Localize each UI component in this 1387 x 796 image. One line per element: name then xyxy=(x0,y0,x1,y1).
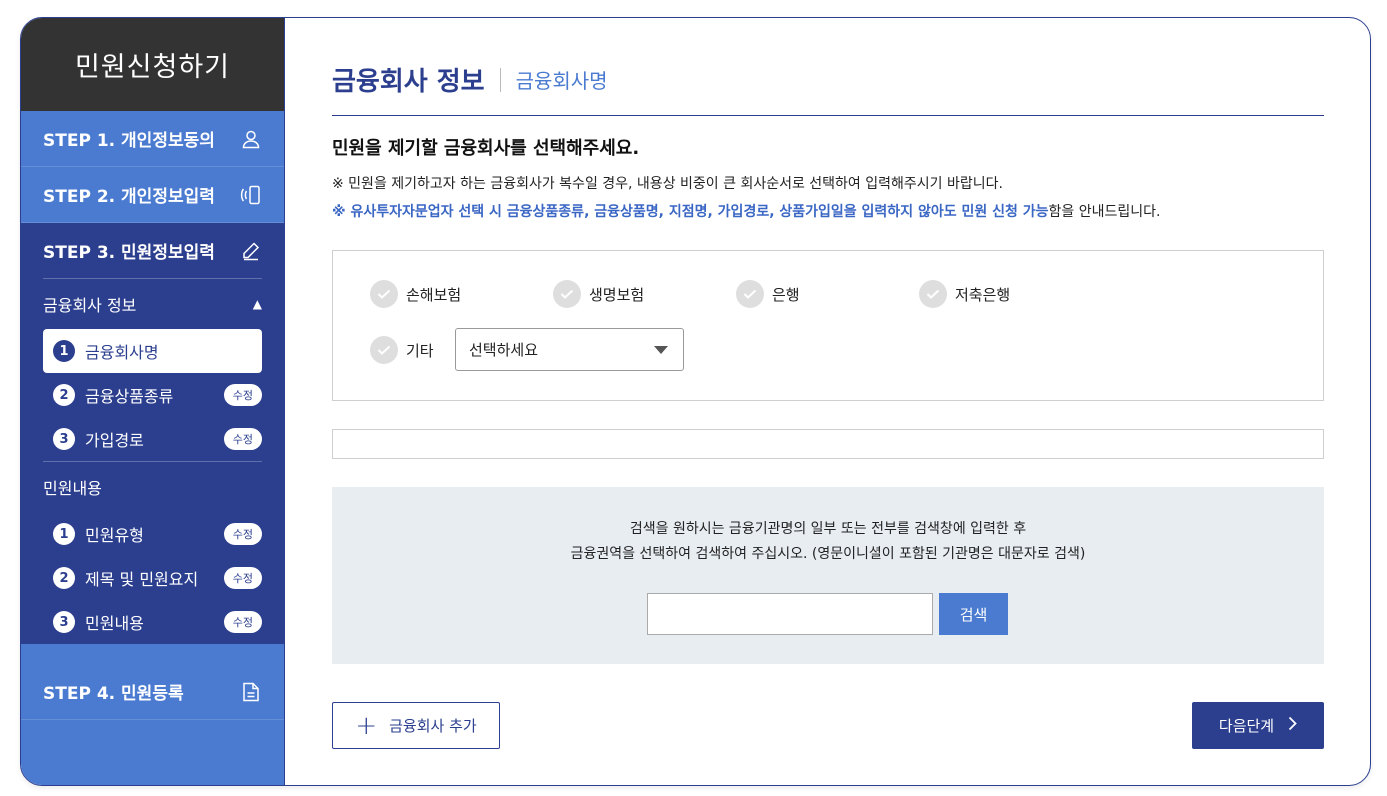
step-3-group: STEP 3. 민원정보입력 금융회사 정보 ▲ 1 금융회사명 2 금융상품종… xyxy=(21,223,284,644)
header-divider xyxy=(332,115,1324,116)
sector-choice-box: 손해보험 생명보험 은행 저축은행 기타 선택하세요 xyxy=(332,250,1324,401)
sidebar-item-complaint-type[interactable]: 1 민원유형 수정 xyxy=(43,512,262,556)
notice-2-highlight: 유사투자자문업자 선택 시 금융상품종류, 금융상품명, 지점명, 가입경로, … xyxy=(350,204,1049,220)
search-panel: 검색을 원하시는 금융기관명의 일부 또는 전부를 검색창에 입력한 후 금융권… xyxy=(332,487,1324,664)
next-step-label: 다음단계 xyxy=(1218,717,1275,735)
sidebar-item-label: 금융상품종류 xyxy=(85,387,174,406)
edit-badge[interactable]: 수정 xyxy=(223,384,262,406)
check-icon xyxy=(553,280,581,308)
sidebar-item-join-route[interactable]: 3 가입경로 수정 xyxy=(43,417,262,461)
sidebar-item-label: 제목 및 민원요지 xyxy=(85,570,199,589)
step-number: 2 xyxy=(53,567,75,589)
add-company-label: 금융회사 추가 xyxy=(389,717,477,735)
edit-badge[interactable]: 수정 xyxy=(223,428,262,450)
select-value: 선택하세요 xyxy=(469,341,539,359)
collapse-up-icon: ▲ xyxy=(252,297,262,311)
step-1-label: STEP 1. 개인정보동의 xyxy=(43,131,215,151)
selected-company-bar xyxy=(332,429,1324,459)
section-financial-info-label: 금융회사 정보 xyxy=(43,296,137,315)
sidebar-item-company-name[interactable]: 1 금융회사명 xyxy=(43,329,262,373)
option-life-insurance[interactable]: 생명보험 xyxy=(553,280,644,308)
document-icon xyxy=(240,681,262,703)
check-icon xyxy=(370,280,398,308)
option-other[interactable]: 기타 xyxy=(370,336,434,364)
step-3-label: STEP 3. 민원정보입력 xyxy=(43,243,215,263)
option-label: 기타 xyxy=(406,341,434,360)
phone-icon xyxy=(240,184,262,206)
sidebar-item-title-summary[interactable]: 2 제목 및 민원요지 수정 xyxy=(43,556,262,600)
option-label: 손해보험 xyxy=(406,285,462,304)
step-number: 3 xyxy=(53,428,75,450)
sidebar-title: 민원신청하기 xyxy=(21,18,284,111)
check-icon xyxy=(736,280,764,308)
option-label: 은행 xyxy=(772,285,800,304)
chevron-right-icon xyxy=(1288,716,1297,735)
step-3-item[interactable]: STEP 3. 민원정보입력 xyxy=(43,223,262,279)
pen-icon xyxy=(240,240,262,262)
edit-badge[interactable]: 수정 xyxy=(223,567,262,589)
notice-2: ※ 유사투자자문업자 선택 시 금융상품종류, 금융상품명, 지점명, 가입경로… xyxy=(332,201,1160,221)
search-guide-line-2: 금융권역을 선택하여 검색하여 주십시오. (영문이니셜이 포함된 기관명은 대… xyxy=(570,546,1086,562)
option-nonlife-insurance[interactable]: 손해보험 xyxy=(370,280,461,308)
sidebar-item-label: 민원유형 xyxy=(85,526,144,545)
step-number: 1 xyxy=(53,340,75,362)
notice-2-prefix: ※ xyxy=(332,204,351,220)
option-savings-bank[interactable]: 저축은행 xyxy=(919,280,1010,308)
step-2-item[interactable]: STEP 2. 개인정보입력 xyxy=(21,167,284,223)
step-4-item[interactable]: STEP 4. 민원등록 xyxy=(21,664,284,720)
section-financial-info[interactable]: 금융회사 정보 ▲ xyxy=(43,279,262,329)
search-input[interactable] xyxy=(647,593,933,635)
person-icon xyxy=(240,128,262,150)
step-4-label: STEP 4. 민원등록 xyxy=(43,684,184,704)
sidebar-item-product-type[interactable]: 2 금융상품종류 수정 xyxy=(43,373,262,417)
question-heading: 민원을 제기할 금융회사를 선택해주세요. xyxy=(332,138,640,159)
add-company-button[interactable]: + 금융회사 추가 xyxy=(332,702,500,749)
page-title: 금융회사 정보 xyxy=(332,67,485,97)
plus-icon: + xyxy=(355,710,378,741)
title-separator xyxy=(499,67,501,92)
check-icon xyxy=(919,280,947,308)
page-header: 금융회사 정보 금융회사명 xyxy=(332,61,608,98)
step-number: 3 xyxy=(53,611,75,633)
check-icon xyxy=(370,336,398,364)
notice-2-suffix: 함을 안내드립니다. xyxy=(1048,204,1161,220)
next-step-button[interactable]: 다음단계 xyxy=(1192,702,1324,749)
option-label: 저축은행 xyxy=(955,285,1011,304)
notice-1: ※ 민원을 제기하고자 하는 금융회사가 복수일 경우, 내용상 비중이 큰 회… xyxy=(332,176,1003,192)
option-bank[interactable]: 은행 xyxy=(736,280,800,308)
search-guide-line-1: 검색을 원하시는 금융기관명의 일부 또는 전부를 검색창에 입력한 후 xyxy=(629,521,1027,537)
sidebar-item-label: 민원내용 xyxy=(85,614,144,633)
sidebar-item-complaint-body[interactable]: 3 민원내용 수정 xyxy=(43,600,262,644)
step-1-item[interactable]: STEP 1. 개인정보동의 xyxy=(21,111,284,167)
option-label: 생명보험 xyxy=(589,285,645,304)
edit-badge[interactable]: 수정 xyxy=(223,523,262,545)
app-frame: 민원신청하기 STEP 1. 개인정보동의 STEP 2. 개인정보입력 STE… xyxy=(20,17,1371,786)
page-subtitle: 금융회사명 xyxy=(515,69,608,93)
step-2-label: STEP 2. 개인정보입력 xyxy=(43,187,215,207)
edit-badge[interactable]: 수정 xyxy=(223,611,262,633)
search-button[interactable]: 검색 xyxy=(939,593,1008,635)
section-complaint-content: 민원내용 xyxy=(43,479,102,498)
step-number: 2 xyxy=(53,384,75,406)
sidebar-item-label: 금융회사명 xyxy=(85,343,159,362)
step-number: 1 xyxy=(53,523,75,545)
other-select[interactable]: 선택하세요 xyxy=(455,328,684,371)
sidebar-item-label: 가입경로 xyxy=(85,431,144,450)
sidebar: 민원신청하기 STEP 1. 개인정보동의 STEP 2. 개인정보입력 STE… xyxy=(21,18,284,785)
dropdown-arrow-icon xyxy=(654,345,668,354)
main-content: 금융회사 정보 금융회사명 민원을 제기할 금융회사를 선택해주세요. ※ 민원… xyxy=(284,18,1370,785)
